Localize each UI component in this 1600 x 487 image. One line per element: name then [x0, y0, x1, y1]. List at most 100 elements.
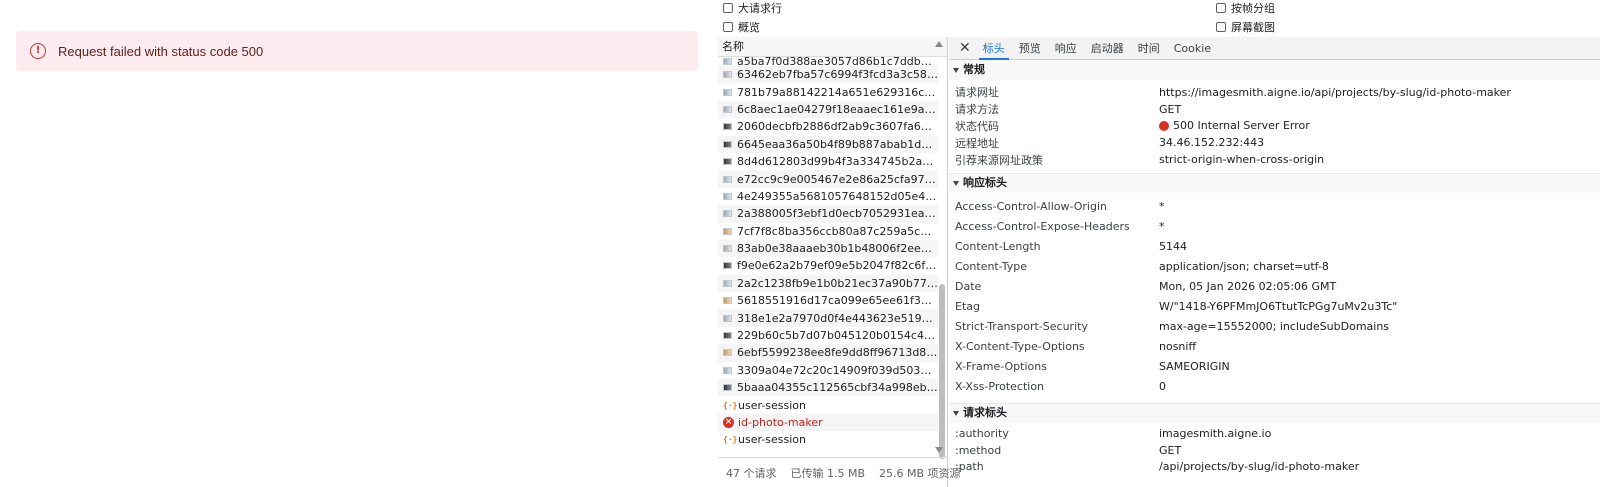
header-value[interactable]: 0 [1159, 380, 1166, 393]
header-value[interactable]: * [1159, 200, 1165, 213]
header-value[interactable]: max-age=15552000; includeSubDomains [1159, 320, 1389, 333]
request-row[interactable]: 8d4d612803d99b4f3a334745b2a5eef6.... [718, 152, 938, 171]
request-row[interactable]: 318e1e2a7970d0f4e443623e519e10cf.... [718, 309, 938, 327]
request-name: 83ab0e38aaaeb30b1b48006f2ee86591.... [737, 242, 938, 256]
header-key: 请求方法 [955, 103, 999, 117]
request-row[interactable]: 83ab0e38aaaeb30b1b48006f2ee86591.... [718, 239, 938, 258]
general-section-header[interactable]: 常规 [949, 60, 1600, 80]
tab-headers[interactable]: 标头 [978, 37, 1009, 60]
image-thumbnail-icon [723, 158, 732, 166]
image-thumbnail-icon [723, 349, 732, 357]
request-name: 2060decbfb2886df2ab9c3607fa6505d.... [737, 120, 938, 134]
request-name: f9e0e62a2b79ef09e5b2047f82c6f259.p... [737, 259, 938, 273]
request-name: 2a388005f3ebf1d0ecb7052931ea3d39.... [737, 207, 938, 221]
triangle-down-icon [953, 67, 959, 73]
network-summary-bar: 47 个请求 已传输 1.5 MB 25.6 MB 项资源 [718, 457, 961, 487]
checkbox-box[interactable] [723, 22, 733, 32]
header-value[interactable]: GET [1159, 103, 1181, 116]
header-value[interactable]: application/json; charset=utf-8 [1159, 260, 1329, 273]
general-section: 请求网址 https://imagesmith.aigne.io/api/proj… [949, 80, 1600, 173]
request-name: 3309a04e72c20c14909f039d503d17b0.... [737, 363, 938, 377]
scrollbar-thumb[interactable] [939, 284, 945, 459]
request-row[interactable]: 2a2c1238fb9e1b0b21ec37a90b77c2f1.... [718, 274, 938, 293]
tab-timing[interactable]: 时间 [1138, 37, 1160, 60]
header-row: 远程地址 34.46.152.232:443 [949, 134, 1600, 151]
header-value[interactable]: 500 Internal Server Error [1159, 119, 1310, 132]
image-thumbnail-icon [723, 332, 732, 340]
header-value[interactable]: GET [1159, 444, 1181, 457]
header-key: Access-Control-Allow-Origin [955, 200, 1108, 214]
request-row[interactable]: {·} user-session [718, 431, 938, 449]
app-area: ! Request failed with status code 500 [0, 0, 718, 487]
image-thumbnail-icon [723, 192, 732, 200]
header-key: 远程地址 [955, 136, 999, 150]
scroll-up-arrow-icon[interactable] [935, 41, 943, 47]
request-list-panel: 名称 a5ba7f0d388ae3057d86b1c7ddbd6f34... 63… [718, 37, 961, 487]
header-key: :authority [955, 426, 1009, 440]
header-value[interactable]: * [1159, 220, 1165, 233]
header-value[interactable]: /api/projects/by-slug/id-photo-maker [1159, 460, 1359, 473]
image-thumbnail-icon [723, 384, 732, 392]
request-row[interactable]: e72cc9c9e005467e2e86a25cfa97c641.... [718, 170, 938, 188]
close-icon[interactable]: ✕ [959, 41, 971, 55]
fetch-icon: {·} [723, 435, 738, 445]
scroll-down-arrow-icon[interactable] [935, 447, 943, 453]
tab-initiator[interactable]: 启动器 [1091, 37, 1124, 60]
request-list-scrollbar[interactable] [938, 57, 946, 467]
header-value[interactable]: Mon, 05 Jan 2026 02:05:06 GMT [1159, 280, 1336, 293]
header-value[interactable]: https://imagesmith.aigne.io/api/projects… [1159, 86, 1511, 99]
tab-preview[interactable]: 预览 [1019, 37, 1041, 60]
screenshots-checkbox[interactable]: 屏幕截图 [1216, 19, 1275, 35]
request-row[interactable]: 63462eb7fba57c6994f3fcd3a3c589f3.p... [718, 66, 938, 84]
request-row[interactable]: 4e249355a5681057648152d05e4f0176.... [718, 187, 938, 206]
request-row[interactable]: {·} user-session [718, 396, 938, 414]
checkbox-box[interactable] [1216, 3, 1226, 13]
request-name: 7cf7f8c8ba356ccb80a87c259a5c9866.p... [737, 224, 938, 238]
header-key: Content-Length [955, 240, 1041, 254]
image-thumbnail-icon [723, 262, 732, 270]
request-row[interactable]: 6645eaa36a50b4f89b887abab1d881fa.... [718, 135, 938, 153]
header-row: X-Frame-Options SAMEORIGIN [949, 357, 1600, 377]
request-row[interactable]: × id-photo-maker [718, 413, 938, 432]
header-value[interactable]: 5144 [1159, 240, 1187, 253]
request-row[interactable]: 2a388005f3ebf1d0ecb7052931ea3d39.... [718, 205, 938, 223]
header-value[interactable]: imagesmith.aigne.io [1159, 427, 1271, 440]
header-value[interactable]: SAMEORIGIN [1159, 360, 1230, 373]
header-value[interactable]: strict-origin-when-cross-origin [1159, 153, 1324, 166]
request-name: 781b79a88142214a651e629316ccefc7.... [737, 85, 938, 99]
image-thumbnail-icon [723, 297, 732, 305]
request-row[interactable]: f9e0e62a2b79ef09e5b2047f82c6f259.p... [718, 257, 938, 275]
request-name: 6645eaa36a50b4f89b887abab1d881fa.... [737, 137, 938, 151]
alert-message: Request failed with status code 500 [58, 43, 264, 59]
checkbox-box[interactable] [723, 3, 733, 13]
transferred-size: 已传输 1.5 MB [790, 466, 866, 480]
request-row[interactable]: 3309a04e72c20c14909f039d503d17b0.... [718, 361, 938, 380]
request-row[interactable]: 229b60c5b7d07b045120b0154c4e4b5.... [718, 326, 938, 345]
name-column-header[interactable]: 名称 [718, 37, 947, 57]
tab-response[interactable]: 响应 [1055, 37, 1077, 60]
header-key: :method [955, 443, 1002, 457]
big-request-rows-checkbox[interactable]: 大请求行 [723, 0, 782, 16]
request-row[interactable]: 6c8aec1ae04279f18eaaec161e9aee12.... [718, 100, 938, 119]
column-header-label: 名称 [722, 40, 744, 53]
checkbox-box[interactable] [1216, 22, 1226, 32]
group-by-frame-checkbox[interactable]: 按帧分组 [1216, 0, 1275, 16]
request-row[interactable]: 5baaa04355c112565cbf34a998eb76ce.... [718, 379, 938, 397]
request-headers-section-header[interactable]: 请求标头 [949, 402, 1600, 423]
image-thumbnail-icon [723, 279, 732, 287]
request-name: 229b60c5b7d07b045120b0154c4e4b5.... [737, 329, 938, 343]
header-value[interactable]: nosniff [1159, 340, 1196, 353]
request-row[interactable]: 7cf7f8c8ba356ccb80a87c259a5c9866.p... [718, 222, 938, 240]
header-value[interactable]: W/"1418-Y6PFMmJO6TtutTcPGg7uMv2u3Tc" [1159, 300, 1397, 313]
header-value[interactable]: 34.46.152.232:443 [1159, 136, 1264, 149]
request-row[interactable]: 5618551916d17ca099e65ee61f34789b... [718, 292, 938, 310]
request-row[interactable]: 6ebf5599238ee8fe9dd8ff96713d8996.... [718, 344, 938, 362]
tab-cookie[interactable]: Cookie [1174, 37, 1211, 60]
request-list: a5ba7f0d388ae3057d86b1c7ddbd6f34... 63462… [718, 57, 938, 457]
request-row[interactable]: 781b79a88142214a651e629316ccefc7.... [718, 83, 938, 101]
response-headers-section-header[interactable]: 响应标头 [949, 172, 1600, 193]
detail-tabs: ✕ 标头 预览 响应 启动器 时间 Cookie [949, 37, 1600, 60]
overview-checkbox[interactable]: 概览 [723, 19, 760, 35]
request-row[interactable]: 2060decbfb2886df2ab9c3607fa6505d.... [718, 118, 938, 136]
request-row[interactable]: a5ba7f0d388ae3057d86b1c7ddbd6f34... [718, 57, 938, 66]
